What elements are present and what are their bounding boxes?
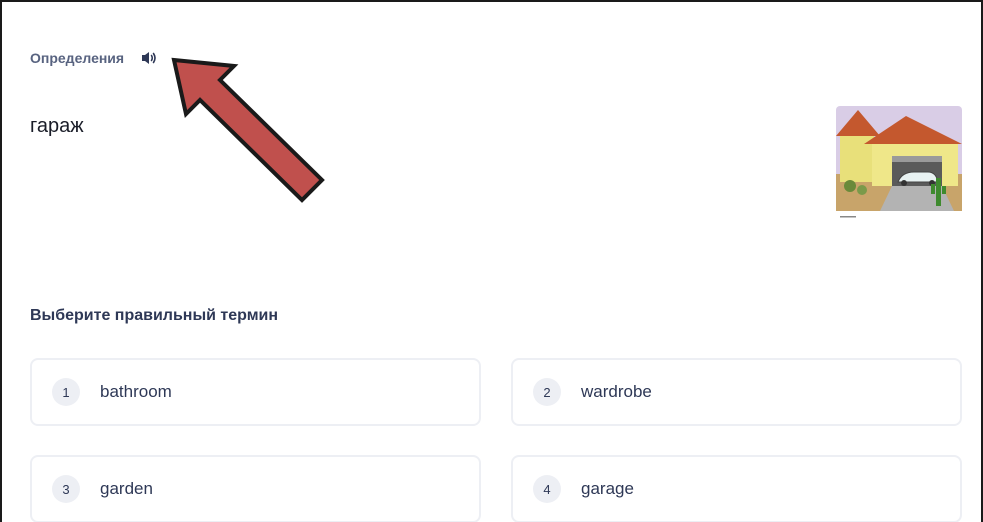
option-label: garden <box>100 479 153 498</box>
study-card: Определения гараж Выберите правильный те… <box>0 0 983 522</box>
speaker-icon[interactable] <box>138 48 160 68</box>
definition-label: Определения <box>30 50 125 66</box>
option-number: 2 <box>533 378 561 406</box>
garage-image <box>836 106 962 222</box>
option-label: garage <box>581 479 634 498</box>
definition-header: Определения <box>30 48 160 68</box>
term-word: гараж <box>30 115 84 137</box>
answer-option-4[interactable]: 4 garage <box>511 455 962 522</box>
option-number: 1 <box>52 378 80 406</box>
option-label: wardrobe <box>581 382 652 401</box>
annotation-arrow-icon <box>162 52 337 212</box>
option-number: 3 <box>52 475 80 503</box>
answer-option-3[interactable]: 3 garden <box>30 455 481 522</box>
option-number: 4 <box>533 475 561 503</box>
option-label: bathroom <box>100 382 172 401</box>
answer-option-1[interactable]: 1 bathroom <box>30 358 481 426</box>
answer-option-2[interactable]: 2 wardrobe <box>511 358 962 426</box>
question-prompt: Выберите правильный термин <box>30 307 279 324</box>
